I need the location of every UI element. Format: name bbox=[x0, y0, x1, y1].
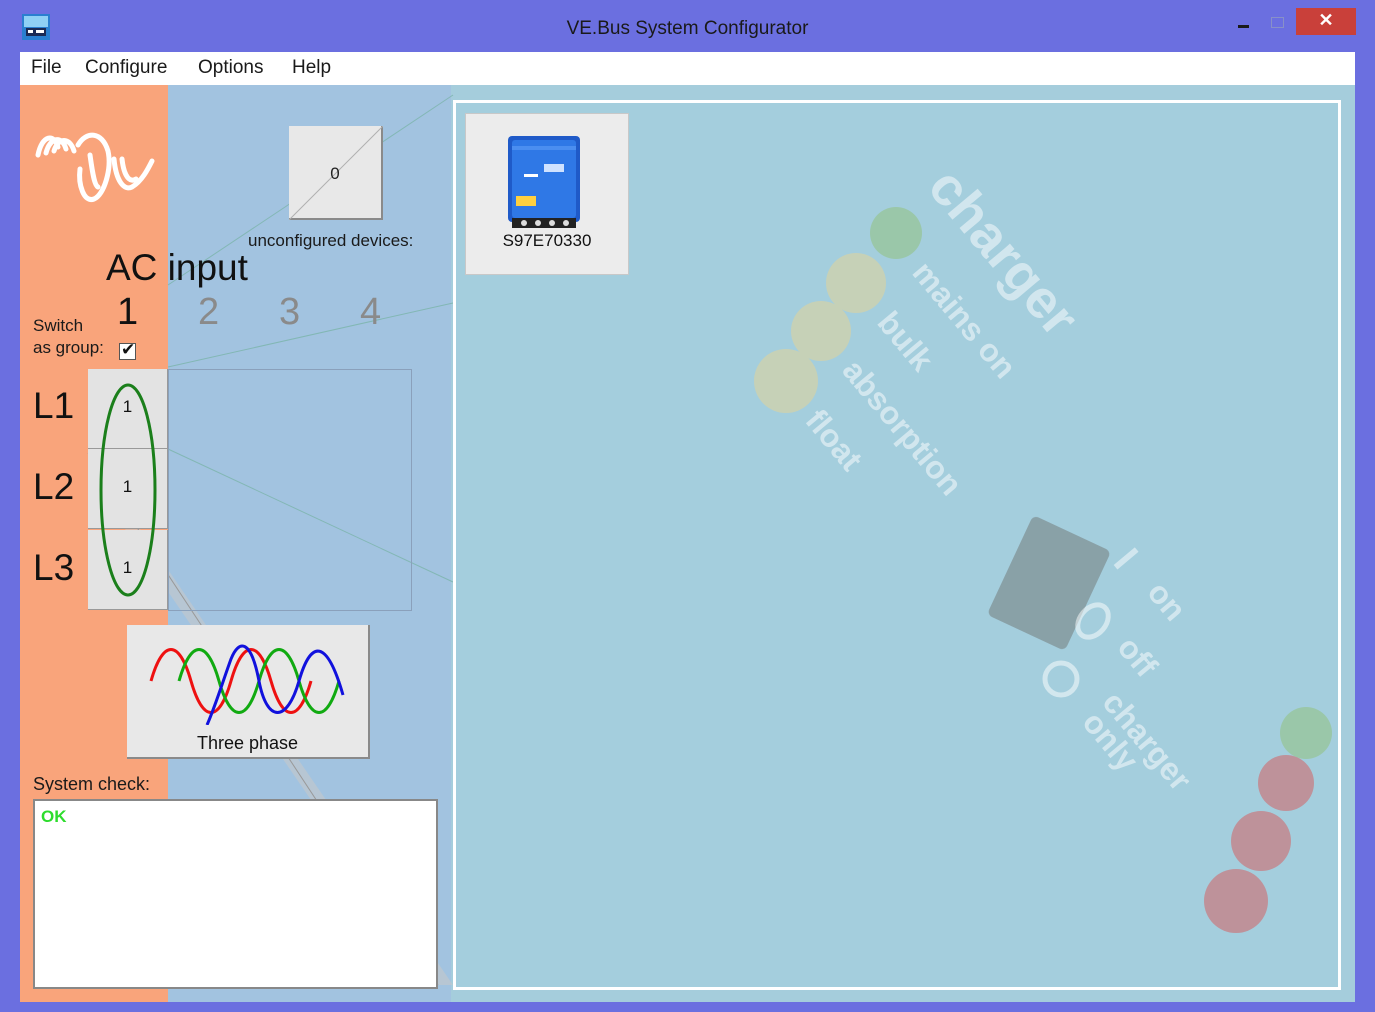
menu-configure[interactable]: Configure bbox=[85, 57, 167, 79]
application-window: VE.Bus System Configurator ✕ File Config… bbox=[0, 0, 1375, 1012]
minimize-button[interactable] bbox=[1226, 8, 1262, 35]
maximize-icon bbox=[1271, 17, 1284, 28]
ac-input-3[interactable]: 3 bbox=[279, 291, 300, 334]
client-area: 0 unconfigured devices: AC input 1 2 3 4… bbox=[20, 85, 1355, 1002]
system-check-status: OK bbox=[41, 807, 67, 826]
three-phase-wave-icon bbox=[149, 644, 345, 725]
checkmark-icon: ✔ bbox=[121, 340, 136, 359]
deco-text-float: float bbox=[799, 402, 870, 477]
deco-text-on: on bbox=[1141, 574, 1194, 627]
device-panel: charger mains on bulk absorption float o… bbox=[453, 100, 1341, 990]
unconfigured-devices-button[interactable]: 0 bbox=[289, 126, 383, 220]
unconfigured-count: 0 bbox=[330, 164, 340, 183]
switch-as-group-label: Switch as group: bbox=[33, 315, 104, 359]
deco-text-off: off bbox=[1111, 629, 1165, 684]
switch-label-line1: Switch bbox=[33, 316, 84, 335]
victron-logo bbox=[35, 132, 155, 202]
three-phase-button[interactable]: Three phase bbox=[127, 625, 370, 759]
system-check-output[interactable]: OK bbox=[33, 799, 438, 989]
device-tile[interactable]: S97E70330 bbox=[465, 113, 629, 275]
phase-label-l2: L2 bbox=[33, 466, 75, 507]
phase-label-l1: L1 bbox=[33, 385, 75, 426]
switch-as-group-checkbox[interactable]: ✔ bbox=[119, 340, 136, 360]
menu-options[interactable]: Options bbox=[198, 57, 263, 79]
close-button[interactable]: ✕ bbox=[1296, 8, 1356, 35]
ac-input-1[interactable]: 1 bbox=[117, 291, 138, 334]
inverter-device-icon bbox=[508, 136, 580, 228]
unconfigured-devices-label: unconfigured devices: bbox=[248, 231, 414, 250]
menu-help[interactable]: Help bbox=[292, 57, 331, 79]
phase-grid bbox=[168, 369, 412, 611]
group-ellipse bbox=[99, 383, 157, 597]
ac-input-4[interactable]: 4 bbox=[360, 291, 381, 334]
ac-input-2[interactable]: 2 bbox=[198, 291, 219, 334]
ac-input-label: AC input bbox=[106, 247, 248, 288]
close-icon: ✕ bbox=[1318, 10, 1334, 30]
deco-text-absorption: absorption bbox=[836, 352, 970, 502]
system-check-label: System check: bbox=[33, 774, 151, 794]
phase-label-l3: L3 bbox=[33, 547, 75, 588]
minimize-icon bbox=[1238, 25, 1249, 28]
window-title: VE.Bus System Configurator bbox=[566, 18, 809, 39]
maximize-button[interactable] bbox=[1262, 8, 1292, 35]
menu-file[interactable]: File bbox=[31, 57, 62, 79]
three-phase-label: Three phase bbox=[196, 733, 299, 753]
title-bar[interactable]: VE.Bus System Configurator ✕ bbox=[0, 0, 1375, 52]
deco-text-i: I bbox=[1105, 541, 1146, 578]
menu-bar: File Configure Options Help bbox=[20, 52, 1355, 85]
deco-text-bulk: bulk bbox=[871, 304, 941, 378]
switch-label-line2: as group: bbox=[33, 338, 104, 357]
device-serial-label: S97E70330 bbox=[502, 231, 592, 250]
